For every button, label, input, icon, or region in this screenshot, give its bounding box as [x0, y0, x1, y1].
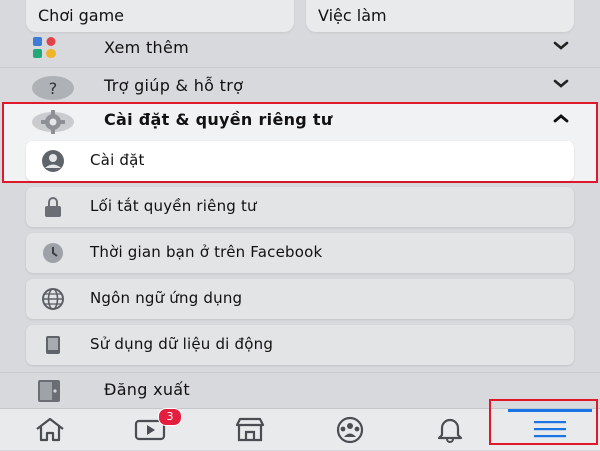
settings-item-privacy-shortcuts[interactable]: Lối tắt quyền riêng tư — [26, 187, 574, 227]
logout-label: Đăng xuất — [104, 380, 190, 399]
menu-highlight — [489, 399, 598, 445]
shapes-icon — [33, 37, 56, 58]
settings-item-label: Ngôn ngữ ứng dụng — [90, 289, 243, 307]
chevron-down-icon — [553, 41, 569, 50]
shortcut-label: Chơi game — [38, 6, 125, 25]
settings-item-settings[interactable]: Cài đặt — [26, 141, 574, 181]
settings-item-label: Cài đặt — [90, 151, 145, 169]
groups-icon — [336, 416, 364, 443]
section-settings-privacy[interactable]: Cài đặt & quyền riêng tư — [0, 98, 600, 144]
gear-icon — [32, 110, 74, 134]
settings-item-label: Thời gian bạn ở trên Facebook — [90, 243, 323, 261]
profile-circle-icon — [42, 150, 64, 172]
settings-item-time-on-facebook[interactable]: Thời gian bạn ở trên Facebook — [26, 233, 574, 273]
door-icon — [38, 380, 60, 402]
chevron-up-icon — [553, 114, 569, 123]
section-label: Xem thêm — [104, 38, 190, 57]
phone-icon — [46, 336, 60, 354]
lock-icon — [45, 197, 61, 217]
nav-groups[interactable] — [310, 409, 390, 451]
globe-icon — [42, 288, 64, 310]
nav-marketplace[interactable] — [210, 409, 290, 451]
nav-watch[interactable]: 3 — [110, 408, 190, 451]
section-label: Cài đặt & quyền riêng tư — [104, 110, 333, 129]
question-icon: ? — [32, 76, 74, 100]
chevron-down-icon — [553, 79, 569, 88]
settings-item-label: Lối tắt quyền riêng tư — [90, 197, 257, 215]
settings-item-app-language[interactable]: Ngôn ngữ ứng dụng — [26, 279, 574, 319]
nav-notifications[interactable] — [410, 409, 490, 451]
shortcut-label: Việc làm — [318, 6, 387, 25]
nav-home[interactable] — [10, 409, 90, 451]
store-icon — [235, 417, 265, 442]
bell-icon — [437, 418, 463, 443]
settings-item-label: Sử dụng dữ liệu di động — [90, 335, 274, 353]
settings-item-mobile-data[interactable]: Sử dụng dữ liệu di động — [26, 325, 574, 365]
home-icon — [36, 417, 64, 442]
clock-icon — [43, 243, 63, 263]
svg-text:?: ? — [49, 79, 58, 98]
notification-badge: 3 — [158, 408, 182, 426]
section-label: Trợ giúp & hỗ trợ — [104, 76, 244, 95]
